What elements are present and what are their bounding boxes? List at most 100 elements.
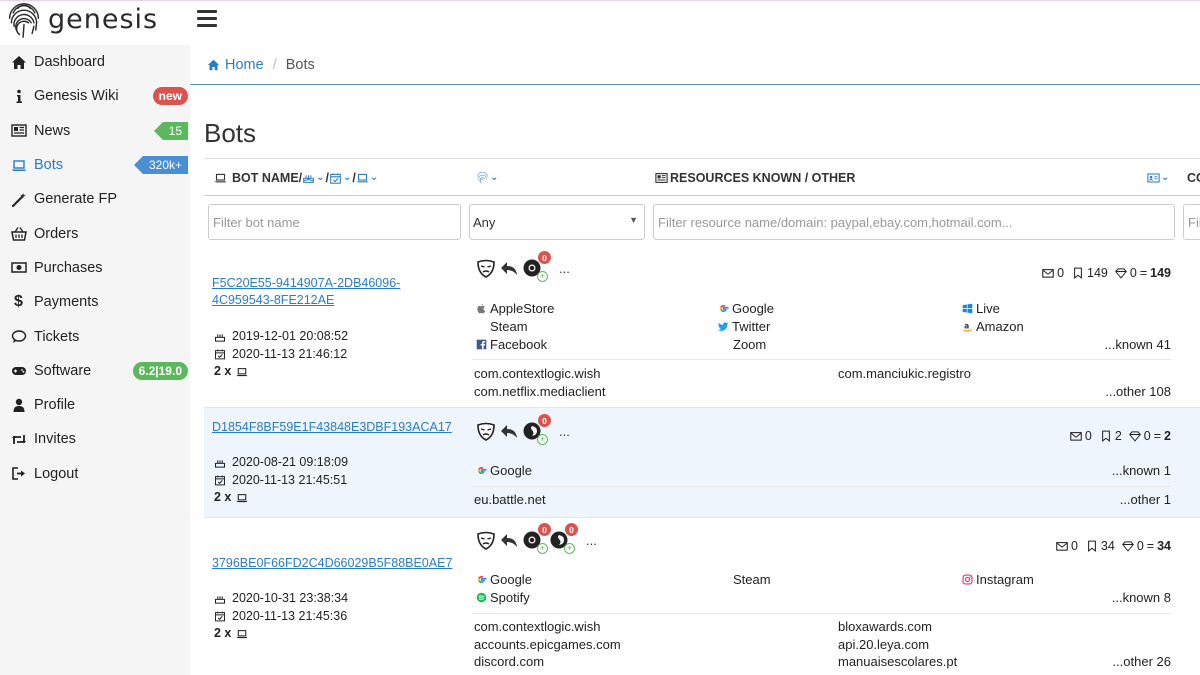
resource-steam[interactable]: Steam (733, 571, 771, 589)
reply-arrow-icon[interactable] (499, 258, 520, 279)
more-tags-dots[interactable]: ... (559, 261, 570, 276)
sidebar-item-label: Tickets (34, 328, 80, 345)
resource-live[interactable]: Live (962, 300, 1000, 318)
spotify-icon (476, 592, 487, 603)
dollar-icon: $ (14, 293, 23, 311)
laptop-icon[interactable] (356, 172, 369, 184)
chevron-down-icon[interactable]: ⌄ (316, 172, 324, 183)
bot-id-link[interactable]: D1854F8BF59E1F43848E3DBF193ACA17 (212, 419, 452, 436)
more-tags-dots[interactable]: ... (559, 424, 570, 439)
resource-facebook[interactable]: Facebook (476, 336, 547, 354)
resource-spotify[interactable]: Spotify (476, 589, 530, 607)
breadcrumb-home-link[interactable]: Home (207, 57, 264, 73)
chrome-icon[interactable]: 0 + (522, 251, 551, 282)
table-row: F5C20E55-9414907A-2DB46096- 4C959543-8FE… (204, 248, 1200, 408)
bot-id-link[interactable]: 3796BE0F66FD2C4D66029B5F88BE0AE7 (212, 555, 452, 572)
botname-column-header[interactable]: BOT NAME/ ⌄ / ⌄ / ⌄ (214, 159, 379, 196)
resource-google[interactable]: Google (718, 300, 774, 318)
other-more-link[interactable]: ...other 26 (1112, 653, 1171, 671)
resource-twitter[interactable]: Twitter (718, 318, 770, 336)
known-more-link[interactable]: ...known 41 (1105, 336, 1172, 354)
resource-instagram[interactable]: Instagram (962, 571, 1034, 589)
known-more-link[interactable]: ...known 1 (1112, 462, 1171, 480)
co-header-label: CO (1187, 170, 1200, 185)
other-resource[interactable]: eu.battle.net (474, 491, 546, 509)
info-icon (9, 88, 28, 104)
resource-google[interactable]: Google (476, 462, 532, 480)
sidebar-item-label: News (34, 122, 71, 139)
resource-filter-input[interactable] (653, 204, 1175, 240)
news-count-badge: 15 (153, 121, 188, 140)
newspaper-icon (9, 123, 28, 139)
other-resource[interactable]: com.contextlogic.wish (474, 365, 600, 383)
sidebar-item-dashboard[interactable]: Dashboard (0, 45, 190, 79)
other-resource[interactable]: accounts.epicgames.com (474, 636, 621, 654)
sidebar-item-label: Orders (34, 225, 79, 242)
sidebar-item-payments[interactable]: $ Payments (0, 285, 190, 319)
google-icon (478, 576, 487, 584)
resource-steam[interactable]: Steam (490, 318, 528, 336)
bot-stats: 0 149 0 = 149 (1042, 266, 1171, 280)
other-more-link[interactable]: ...other 108 (1105, 383, 1171, 401)
other-resource[interactable]: manuaisescolares.pt (838, 653, 957, 671)
resource-amazon[interactable]: a Amazon (962, 318, 1024, 336)
sidebar-item-purchases[interactable]: Purchases (0, 251, 190, 285)
last-filter-input[interactable] (1183, 204, 1200, 240)
updated-date: 2020-11-13 21:45:51 (214, 472, 348, 490)
known-more-link[interactable]: ...known 8 (1112, 589, 1171, 607)
comment-icon (9, 329, 28, 345)
sidebar-item-generate-fp[interactable]: Generate FP (0, 182, 190, 216)
firefox-icon[interactable]: 0 + (549, 523, 578, 554)
reply-arrow-icon[interactable] (499, 530, 520, 551)
other-resource[interactable]: discord.com (474, 653, 544, 671)
chevron-down-icon[interactable]: ⌄ (370, 172, 378, 183)
other-resource[interactable]: com.manciukic.registro (838, 365, 971, 383)
sidebar-item-invites[interactable]: Invites (0, 422, 190, 456)
chevron-down-icon[interactable]: ⌄ (1161, 172, 1169, 183)
type-column-header[interactable]: ⌄ (476, 159, 499, 196)
menu-toggle-icon[interactable] (197, 10, 217, 28)
bot-id-link[interactable]: F5C20E55-9414907A-2DB46096- 4C959543-8FE… (212, 275, 400, 309)
more-tags-dots[interactable]: ... (586, 533, 597, 548)
resources-column-header[interactable]: RESOURCES KNOWN / OTHER (655, 159, 855, 196)
page-title: Bots (204, 118, 257, 148)
sidebar-item-tickets[interactable]: Tickets (0, 319, 190, 353)
firefox-icon[interactable]: 0 + (522, 414, 551, 445)
calendar-check-icon (215, 349, 225, 360)
resource-zoom[interactable]: Zoom (733, 336, 766, 354)
anonymous-mask-icon[interactable] (476, 530, 497, 551)
reply-arrow-icon[interactable] (499, 421, 520, 442)
facebook-icon (476, 339, 487, 350)
id-card-column-header[interactable]: ⌄ (1147, 159, 1170, 196)
sidebar-item-logout[interactable]: Logout (0, 457, 190, 491)
sidebar-item-genesis-wiki[interactable]: Genesis Wiki new (0, 79, 190, 113)
sidebar-item-bots[interactable]: Bots 320k+ (0, 148, 190, 182)
anonymous-mask-icon[interactable] (476, 421, 497, 442)
sidebar-item-orders[interactable]: Orders (0, 216, 190, 250)
bot-tags: 0 + ... (476, 414, 570, 445)
chevron-down-icon[interactable]: ⌄ (343, 172, 351, 183)
calendar-check-icon[interactable] (329, 172, 342, 184)
chevron-down-icon[interactable]: ⌄ (490, 172, 498, 183)
chrome-icon[interactable]: 0 + (522, 523, 551, 554)
botname-filter-input[interactable] (208, 204, 461, 240)
birthday-cake-icon[interactable] (302, 172, 315, 184)
logo[interactable]: genesis (6, 1, 186, 41)
sidebar-item-label: Profile (34, 397, 76, 414)
sidebar-item-label: Software (34, 362, 92, 379)
dropdown-arrow-icon: ▼ (629, 215, 638, 225)
type-filter-select[interactable]: Any ▼ (469, 204, 645, 240)
other-resource[interactable]: com.contextlogic.wish (474, 618, 600, 636)
sidebar-item-news[interactable]: News 15 (0, 114, 190, 148)
other-more-link[interactable]: ...other 1 (1120, 491, 1171, 509)
bot-tags: 0 + 0 + ... (476, 523, 597, 554)
sidebar-item-profile[interactable]: Profile (0, 388, 190, 422)
other-resource[interactable]: api.20.leya.com (838, 636, 929, 654)
co-column-header[interactable]: CO (1187, 159, 1200, 196)
other-resource[interactable]: bloxawards.com (838, 618, 932, 636)
resource-google[interactable]: Google (476, 571, 532, 589)
other-resource[interactable]: com.netflix.mediaclient (474, 383, 606, 401)
anonymous-mask-icon[interactable] (476, 258, 497, 279)
sidebar-item-software[interactable]: Software 6.2|19.0 (0, 354, 190, 388)
resource-applestore[interactable]: AppleStore (476, 300, 554, 318)
